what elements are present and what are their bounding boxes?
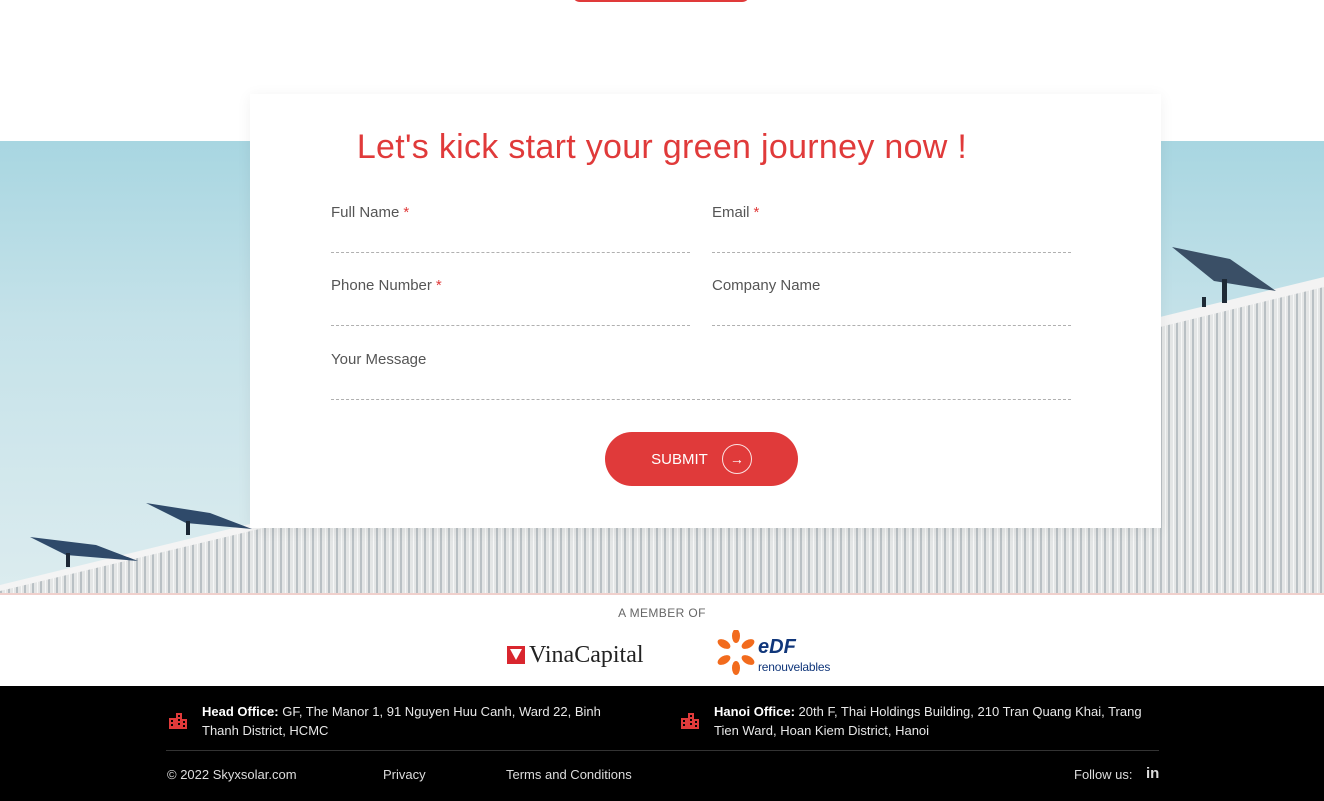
copyright-text: © 2022 Skyxsolar.com (167, 767, 297, 782)
edf-wordmark: eDF (758, 636, 796, 658)
hero-divider (0, 593, 1324, 595)
vinacapital-wordmark: VinaCapital (529, 641, 644, 668)
hanoi-office-text: Hanoi Office: 20th F, Thai Holdings Buil… (714, 702, 1160, 740)
arrow-right-icon: → (721, 444, 752, 474)
building-icon (169, 713, 187, 729)
vinacapital-mark-icon (507, 646, 525, 664)
footer-divider (166, 750, 1159, 751)
hanoi-office-label: Hanoi Office: (714, 704, 795, 719)
full-name-field: Full Name * (331, 204, 690, 254)
message-label: Your Message (331, 351, 427, 368)
email-underline (712, 252, 1071, 253)
privacy-link[interactable]: Privacy (383, 767, 426, 782)
message-field: Your Message (331, 351, 1071, 401)
company-field: Company Name (712, 277, 1071, 327)
footer: Head Office: GF, The Manor 1, 91 Nguyen … (0, 686, 1324, 801)
member-of-label: A MEMBER OF (618, 606, 706, 620)
email-input[interactable] (712, 230, 1071, 252)
email-label: Email * (712, 204, 760, 221)
full-name-underline (331, 252, 690, 253)
vinacapital-logo[interactable]: VinaCapital (507, 640, 644, 670)
phone-field: Phone Number * (331, 277, 690, 327)
email-field: Email * (712, 204, 1071, 254)
edf-subtitle: renouvelables (758, 660, 831, 674)
phone-label: Phone Number * (331, 277, 442, 294)
hanoi-office: Hanoi Office: 20th F, Thai Holdings Buil… (680, 702, 1160, 740)
follow-us-label: Follow us: (1074, 767, 1133, 782)
full-name-label: Full Name * (331, 204, 410, 221)
form-title: Let's kick start your green journey now … (356, 128, 968, 166)
submit-button[interactable]: SUBMIT → (605, 432, 798, 486)
message-input[interactable] (331, 377, 1071, 399)
full-name-input[interactable] (331, 230, 690, 252)
edf-flower-icon (717, 630, 755, 675)
required-marker: * (753, 204, 760, 221)
edf-logo[interactable]: eDF renouvelables (716, 628, 836, 676)
phone-input[interactable] (331, 303, 690, 325)
building-icon (681, 713, 699, 729)
linkedin-icon[interactable]: in (1146, 765, 1159, 782)
terms-link[interactable]: Terms and Conditions (506, 767, 632, 782)
required-marker: * (435, 277, 442, 294)
company-underline (712, 325, 1071, 326)
phone-underline (331, 325, 690, 326)
company-input[interactable] (712, 303, 1071, 325)
head-office-text: Head Office: GF, The Manor 1, 91 Nguyen … (202, 702, 628, 740)
message-underline (331, 399, 1071, 400)
head-office: Head Office: GF, The Manor 1, 91 Nguyen … (168, 702, 628, 740)
top-button-remnant[interactable] (572, 0, 750, 2)
company-label: Company Name (712, 277, 821, 294)
submit-label: SUBMIT (651, 450, 708, 468)
head-office-label: Head Office: (202, 704, 279, 719)
required-marker: * (403, 204, 410, 221)
page: Let's kick start your green journey now … (0, 0, 1324, 801)
